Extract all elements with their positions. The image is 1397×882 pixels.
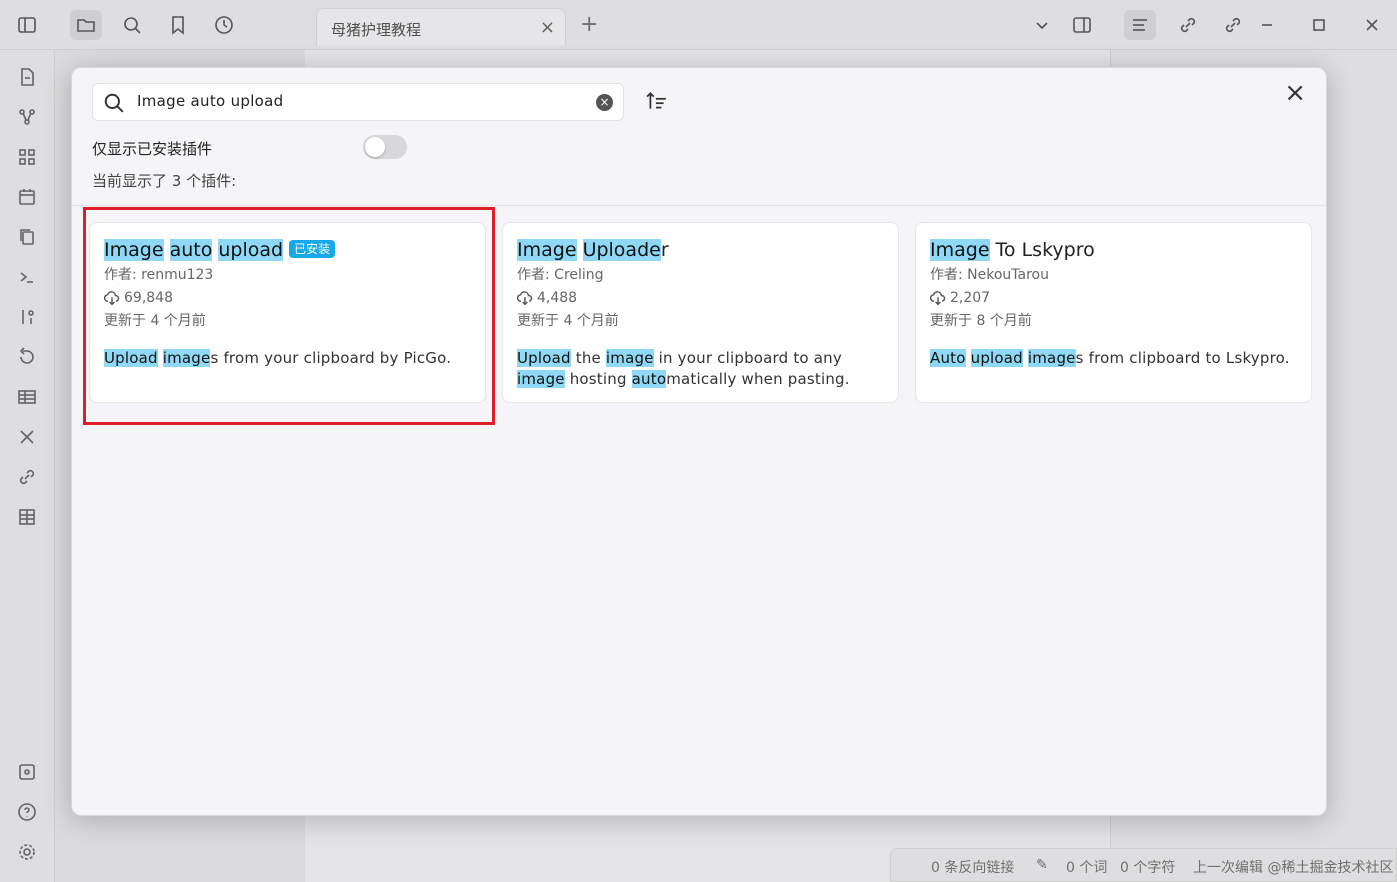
plugin-name-segment: Uploade (582, 239, 661, 261)
plugin-description: Auto upload images from clipboard to Lsk… (930, 348, 1297, 369)
plugin-name-segment: To Lskypro (989, 239, 1095, 261)
plugin-name-segment: Image (517, 239, 577, 261)
plugin-search-box: × (92, 83, 624, 121)
plugin-description-segment: in your clipboard to any (653, 349, 842, 367)
plugin-name: Image Uploader (517, 237, 884, 263)
clear-search-icon[interactable]: × (596, 94, 613, 111)
download-count: 4,488 (537, 290, 578, 306)
plugin-description: Upload the image in your clipboard to an… (517, 348, 884, 390)
plugin-name-segment (577, 239, 583, 261)
plugin-card[interactable]: Image To Lskypro 作者: NekouTarou 2,207 更新于 8… (915, 222, 1312, 403)
annotation-highlight-box (83, 207, 495, 425)
result-count: 当前显示了 3 个插件: (92, 172, 237, 190)
download-count: 2,207 (950, 290, 991, 306)
search-icon (103, 92, 125, 118)
plugin-description-segment: image (517, 370, 565, 388)
plugin-description-segment: image (605, 349, 654, 367)
plugin-description-segment: the (570, 349, 606, 367)
plugin-description-segment: Auto (930, 349, 966, 367)
plugin-description-segment (966, 349, 971, 367)
installed-only-toggle[interactable] (363, 135, 407, 159)
plugin-description-segment: auto (631, 370, 667, 388)
plugin-updated: 更新于 8 个月前 (930, 313, 1032, 329)
divider (72, 205, 1326, 206)
download-icon (930, 291, 946, 306)
plugin-name-segment: Image (930, 239, 990, 261)
plugin-search-input[interactable] (137, 92, 577, 110)
plugin-updated: 更新于 4 个月前 (517, 313, 619, 329)
plugin-description-segment: s from clipboard to Lskypro. (1075, 349, 1290, 367)
plugin-author: 作者: NekouTarou (930, 267, 1049, 283)
download-icon (517, 291, 533, 306)
plugin-name: Image To Lskypro (930, 237, 1297, 263)
plugin-description-segment: upload (970, 349, 1023, 367)
plugin-card[interactable]: Image Uploader 作者: Creling 4,488 更新于 4 个月前 U… (502, 222, 899, 403)
plugin-description-segment: image (1027, 349, 1076, 367)
plugin-description-segment: hosting (564, 370, 632, 388)
plugin-description-segment: matically when pasting. (666, 370, 850, 388)
plugin-author: 作者: Creling (517, 267, 604, 283)
sort-icon[interactable] (646, 90, 668, 116)
plugin-description-segment: Upload (517, 349, 571, 367)
plugin-downloads: 4,488 (517, 287, 884, 309)
plugin-browser-modal: × × 仅显示已安装插件 当前显示了 3 个插件: Image auto upl… (71, 67, 1327, 816)
modal-close-icon[interactable]: × (1284, 78, 1306, 108)
plugin-name-segment: r (660, 239, 669, 261)
toggle-knob (365, 137, 385, 157)
plugin-downloads: 2,207 (930, 287, 1297, 309)
installed-only-label: 仅显示已安装插件 (92, 140, 213, 158)
